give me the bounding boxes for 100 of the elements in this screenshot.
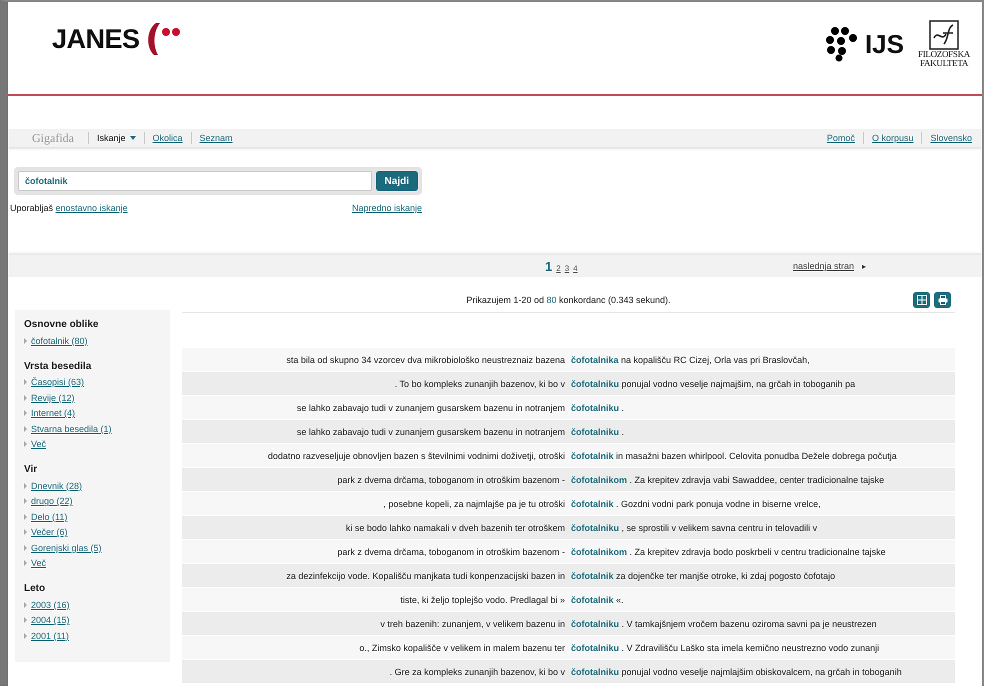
- bullet-icon: [24, 617, 27, 624]
- keyword-link[interactable]: čofotalnik: [571, 450, 614, 460]
- right-context: . Za krepitev zdravja bodo poskrbeli v centru tradicionalne tajske: [630, 546, 886, 556]
- simple-search-link[interactable]: enostavno iskanje: [56, 203, 128, 213]
- bullet-icon: [24, 529, 27, 536]
- left-context: za dezinfekcijo vode. Kopališču manjkata tudi konpenzacijski bazen in: [285, 570, 566, 580]
- nav-tab[interactable]: Iskanje: [96, 133, 136, 143]
- right-context: .: [622, 402, 624, 412]
- bullet-icon: [24, 498, 27, 504]
- bullet-icon: [24, 514, 27, 520]
- partner-logo-text: IJS: [864, 28, 904, 60]
- filter-link[interactable]: Stvarna besedila (1): [31, 424, 112, 434]
- right-context: . Gozdni vodni park ponuja vodne in biserne vrelce,: [616, 498, 821, 508]
- filter-link[interactable]: Internet (4): [31, 408, 76, 418]
- left-context: ki se bodo lahko namakali v dveh bazenih ter otroškem: [344, 522, 566, 532]
- keyword-link[interactable]: čofotalniku: [571, 642, 620, 652]
- right-context: .: [622, 426, 624, 436]
- left-context: sta bila od skupno 34 vzorcev dva mikrobiološko neustreznaiz bazena: [285, 354, 566, 364]
- grid-icon: [916, 295, 926, 305]
- bullet-icon: [24, 632, 27, 639]
- search-button[interactable]: Najdi: [376, 171, 418, 191]
- left-context: se lahko zabavajo tudi v zunanjem gusarskem bazenu in notranjem: [296, 402, 566, 412]
- filter-heading: Vrsta besedila: [24, 360, 92, 372]
- nav-tab[interactable]: Okolica: [152, 133, 183, 143]
- nav-link[interactable]: Slovensko: [930, 133, 972, 143]
- page-link[interactable]: 4: [573, 264, 578, 272]
- left-context: . To bo kompleks zunanjih bazenov, ki bo v: [394, 378, 566, 388]
- right-context: za dojenčke ter manjše otroke, ki zdaj pogosto čofotajo: [616, 570, 836, 580]
- page-link[interactable]: 1: [545, 258, 552, 274]
- nav-tab[interactable]: Seznam: [200, 133, 233, 143]
- filter-heading: Vir: [24, 464, 38, 475]
- filter-heading: Osnovne oblike: [24, 319, 100, 330]
- filter-link[interactable]: Več: [31, 439, 46, 450]
- corpus-name: Gigafida: [32, 130, 74, 146]
- bullet-icon: [24, 560, 27, 566]
- keyword-link[interactable]: čofotalniku: [571, 666, 620, 676]
- right-context: . V Zdravilišču Laško sta imela kemično neustrezno vodo zunanji: [622, 642, 880, 652]
- filter-link[interactable]: 2003 (16): [31, 600, 70, 610]
- filter-link[interactable]: Delo (11): [31, 512, 68, 522]
- filter-link[interactable]: 2004 (15): [31, 615, 70, 626]
- left-context: , posebne kopeli, za najmlajše pa je tu otroški: [382, 498, 566, 508]
- filter-link[interactable]: Gorenjski glas (5): [31, 542, 102, 553]
- right-context: «.: [616, 594, 624, 604]
- right-context: in masažni bazen whirlpool. Celovita ponudba Dežele dobrega počutja: [616, 450, 897, 460]
- caret-icon: [130, 136, 136, 140]
- keyword-link[interactable]: čofotalnikom: [571, 546, 628, 556]
- bullet-icon: [24, 441, 27, 448]
- page-link[interactable]: 3: [564, 264, 570, 272]
- printer-icon: [938, 295, 948, 305]
- faculty-name: FILOZOFSKA: [918, 50, 970, 59]
- hint-text: Uporabljaš enostavno iskanje: [10, 203, 128, 213]
- dots-logo-icon: [824, 26, 859, 62]
- keyword-link[interactable]: čofotalniku: [571, 522, 620, 532]
- print-button[interactable]: [934, 292, 951, 308]
- keyword-link[interactable]: čofotalniku: [571, 426, 620, 436]
- keyword-link[interactable]: čofotalnik: [571, 498, 614, 508]
- keyword-link[interactable]: čofotalnik: [571, 594, 614, 604]
- bullet-icon: [24, 426, 27, 432]
- left-context: park z dvema drčama, toboganom in otroškim bazenom -: [336, 546, 566, 556]
- faculty-name: FAKULTETA: [920, 59, 968, 68]
- right-context: . V tamkajšnjem vročem bazenu oziroma savni pa je neustrezen: [622, 618, 877, 628]
- bullet-icon: [24, 379, 27, 386]
- bullet-icon: [24, 602, 27, 608]
- bullet-icon: [24, 338, 27, 344]
- keyword-link[interactable]: čofotalniku: [571, 378, 620, 388]
- keyword-link[interactable]: čofotalniku: [571, 618, 620, 628]
- bullet-icon: [24, 544, 27, 551]
- filter-link[interactable]: drugo (22): [31, 496, 73, 506]
- logo-text: JANES: [52, 24, 140, 54]
- keyword-link[interactable]: čofotalnika: [571, 354, 619, 364]
- left-context: v treh bazenih: zunanjem, v velikem bazenu in: [379, 618, 566, 628]
- keyword-link[interactable]: čofotalnikom: [571, 474, 628, 484]
- filter-link[interactable]: Revije (12): [31, 392, 75, 403]
- left-context: o., Zimsko kopališče v velikem in malem bazenu ter: [358, 642, 566, 652]
- filter-link[interactable]: čofotalnik (80): [31, 336, 88, 346]
- left-context: se lahko zabavajo tudi v zunanjem gusarskem bazenu in notranjem: [296, 426, 566, 436]
- bullet-icon: [24, 410, 27, 416]
- next-page-link[interactable]: naslednja stran: [793, 261, 854, 271]
- table-view-button[interactable]: [913, 292, 930, 308]
- filter-link[interactable]: Več: [31, 558, 46, 568]
- keyword-link[interactable]: čofotalniku: [571, 402, 620, 412]
- right-context: , se sprostili v velikem savna centru in telovadili v: [622, 522, 818, 532]
- filter-link[interactable]: 2001 (11): [31, 630, 69, 641]
- keyword-link[interactable]: čofotalnik: [571, 570, 614, 580]
- nav-link[interactable]: O korpusu: [872, 133, 914, 143]
- nav-link[interactable]: Pomoč: [826, 133, 855, 143]
- results-summary: Prikazujem 1-20 od 80 konkordanc (0.343 sekund).: [466, 295, 671, 305]
- right-context: . Za krepitev zdravja vabi Sawaddee, center tradicionalne tajske: [630, 474, 884, 484]
- left-context: park z dvema drčama, toboganom in otroškim bazenom -: [336, 474, 566, 484]
- search-field[interactable]: čofotalnik: [18, 171, 372, 191]
- bullet-icon: [24, 394, 27, 401]
- left-context: dodatno razveseljuje obnovljen bazen s številnimi vodnimi doživetji, otroški: [266, 450, 566, 460]
- faculty-emblem-icon: [928, 20, 959, 50]
- filter-link[interactable]: Dnevnik (28): [31, 480, 82, 491]
- filter-link[interactable]: Časopisi (63): [31, 377, 84, 388]
- filter-link[interactable]: Večer (6): [31, 527, 68, 538]
- page-link[interactable]: 2: [556, 264, 561, 272]
- advanced-search-link[interactable]: Napredno iskanje: [352, 203, 422, 213]
- filter-heading: Leto: [24, 583, 46, 594]
- next-arrow-icon: ▸: [862, 262, 866, 270]
